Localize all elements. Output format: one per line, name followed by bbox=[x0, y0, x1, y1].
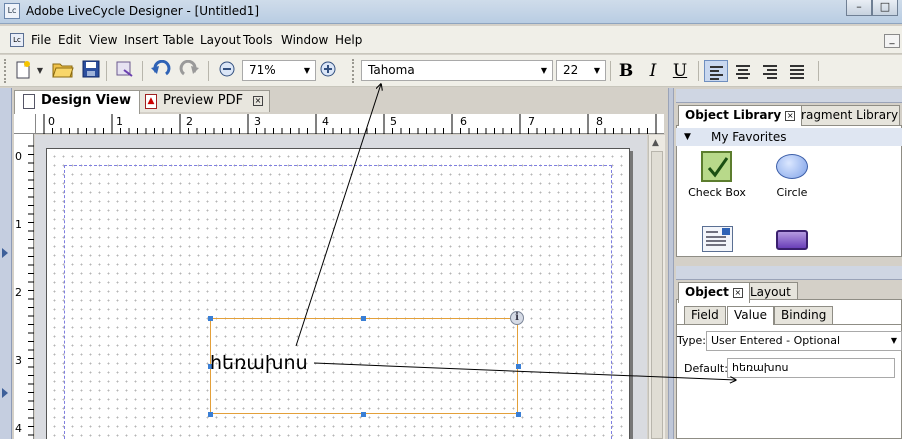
toolbar-grip[interactable] bbox=[4, 59, 8, 83]
horizontal-ruler: 0 1 2 3 4 5 6 7 8 bbox=[36, 114, 664, 134]
text-field-value[interactable]: hեռախոս bbox=[210, 352, 308, 374]
resize-handle[interactable] bbox=[361, 316, 366, 321]
tab-object[interactable]: Object × bbox=[678, 282, 750, 303]
tab-fragment-library[interactable]: Fragment Library bbox=[788, 105, 900, 125]
tab-preview-pdf[interactable]: ▲ Preview PDF × bbox=[136, 90, 270, 112]
vertical-scrollbar[interactable]: ▲ bbox=[648, 135, 665, 439]
zoom-select[interactable]: 71% ▼ bbox=[242, 60, 316, 81]
default-value-input[interactable]: hեռախոս bbox=[727, 358, 895, 378]
type-chevron-down-icon[interactable]: ▼ bbox=[891, 332, 897, 350]
livecycle-app-icon: Lc bbox=[4, 3, 20, 19]
resize-handle[interactable] bbox=[208, 316, 213, 321]
expand-arrow-icon bbox=[2, 388, 8, 398]
font-family-select[interactable]: Tahoma ▼ bbox=[361, 60, 553, 81]
type-label: Type: bbox=[677, 334, 706, 347]
properties-icon[interactable] bbox=[114, 60, 136, 82]
subtab-value[interactable]: Value bbox=[727, 306, 774, 325]
left-panel-collapse-handle[interactable] bbox=[0, 88, 12, 439]
default-label: Default: bbox=[684, 362, 728, 375]
subtab-field[interactable]: Field bbox=[684, 306, 726, 324]
italic-button[interactable]: I bbox=[641, 60, 665, 82]
scrollbar-thumb[interactable] bbox=[651, 151, 663, 439]
menu-file[interactable]: File bbox=[31, 33, 51, 47]
align-justify-icon[interactable] bbox=[785, 60, 809, 82]
menu-layout[interactable]: Layout bbox=[200, 33, 241, 47]
menu-edit[interactable]: Edit bbox=[58, 33, 81, 47]
library-item-check-box[interactable]: Check Box bbox=[686, 186, 748, 199]
document-minimize-button[interactable]: _ bbox=[884, 34, 900, 48]
menu-bar: Lc File Edit View Insert Table Layout To… bbox=[0, 26, 902, 54]
pdf-icon: ▲ bbox=[145, 94, 157, 109]
save-icon[interactable] bbox=[80, 60, 102, 82]
zoom-value: 71% bbox=[249, 63, 276, 77]
font-size-select[interactable]: 22 ▼ bbox=[556, 60, 606, 81]
align-right-icon[interactable] bbox=[758, 60, 782, 82]
align-left-icon[interactable] bbox=[704, 60, 728, 82]
menu-table[interactable]: Table bbox=[163, 33, 194, 47]
redo-icon[interactable] bbox=[178, 59, 200, 82]
title-bar: Lc Adobe LiveCycle Designer - [Untitled1… bbox=[0, 0, 902, 24]
close-icon[interactable]: × bbox=[785, 110, 796, 121]
bold-button[interactable]: B bbox=[614, 60, 638, 82]
window-title: Adobe LiveCycle Designer - [Untitled1] bbox=[26, 4, 260, 18]
new-document-icon[interactable] bbox=[12, 60, 34, 82]
ruler-corner bbox=[14, 114, 36, 134]
font-family-value: Tahoma bbox=[368, 63, 415, 77]
menu-tools[interactable]: Tools bbox=[243, 33, 273, 47]
undo-icon[interactable] bbox=[150, 59, 172, 82]
close-icon[interactable]: × bbox=[253, 96, 263, 106]
font-size-value: 22 bbox=[563, 63, 579, 77]
vertical-ruler: 0 1 2 3 4 bbox=[14, 134, 34, 439]
menu-window[interactable]: Window bbox=[281, 33, 328, 47]
favorites-group-header[interactable]: ▼ My Favorites bbox=[676, 128, 902, 146]
align-center-icon[interactable] bbox=[731, 60, 755, 82]
drop-down-list-icon[interactable] bbox=[702, 226, 733, 252]
menu-help[interactable]: Help bbox=[335, 33, 362, 47]
scroll-up-icon[interactable]: ▲ bbox=[652, 138, 659, 148]
palette-splitter[interactable] bbox=[668, 88, 674, 439]
collapse-triangle-icon[interactable]: ▼ bbox=[684, 128, 691, 146]
menu-insert[interactable]: Insert bbox=[124, 33, 158, 47]
type-value: User Entered - Optional bbox=[711, 334, 841, 347]
zoom-out-icon[interactable] bbox=[216, 60, 238, 82]
maximize-button[interactable]: □ bbox=[872, 0, 898, 16]
font-family-chevron-down-icon[interactable]: ▼ bbox=[538, 61, 550, 80]
library-panel-grip[interactable] bbox=[676, 89, 902, 103]
close-icon[interactable]: × bbox=[732, 287, 743, 298]
info-icon[interactable]: i bbox=[510, 311, 524, 325]
check-box-icon[interactable] bbox=[701, 151, 732, 182]
circle-icon[interactable] bbox=[776, 154, 808, 179]
menu-view[interactable]: View bbox=[89, 33, 117, 47]
tab-object-library[interactable]: Object Library × bbox=[678, 105, 803, 126]
new-dropdown-chevron-icon[interactable]: ▼ bbox=[34, 60, 46, 82]
type-select[interactable]: User Entered - Optional ▼ bbox=[706, 331, 902, 351]
zoom-in-icon[interactable] bbox=[317, 60, 339, 82]
button-icon[interactable] bbox=[776, 230, 808, 250]
resize-handle[interactable] bbox=[208, 412, 213, 417]
resize-handle[interactable] bbox=[516, 364, 521, 369]
document-menu-icon[interactable]: Lc bbox=[10, 33, 24, 47]
zoom-chevron-down-icon[interactable]: ▼ bbox=[301, 61, 313, 80]
object-panel-grip[interactable] bbox=[676, 266, 902, 280]
subtab-binding[interactable]: Binding bbox=[774, 306, 834, 324]
toolbar-grip-2[interactable] bbox=[352, 59, 356, 83]
main-toolbar: ▼ 71% ▼ Tahoma ▼ 22 ▼ B I U bbox=[0, 55, 902, 87]
library-item-circle[interactable]: Circle bbox=[762, 186, 822, 199]
resize-handle[interactable] bbox=[361, 412, 366, 417]
expand-arrow-icon bbox=[2, 248, 8, 258]
document-icon bbox=[23, 94, 35, 109]
open-folder-icon[interactable] bbox=[52, 60, 74, 82]
tab-design-view[interactable]: Design View bbox=[14, 90, 141, 114]
underline-button[interactable]: U bbox=[668, 60, 692, 82]
resize-handle[interactable] bbox=[516, 412, 521, 417]
minimize-button[interactable]: – bbox=[846, 0, 872, 16]
font-size-chevron-down-icon[interactable]: ▼ bbox=[591, 61, 603, 80]
